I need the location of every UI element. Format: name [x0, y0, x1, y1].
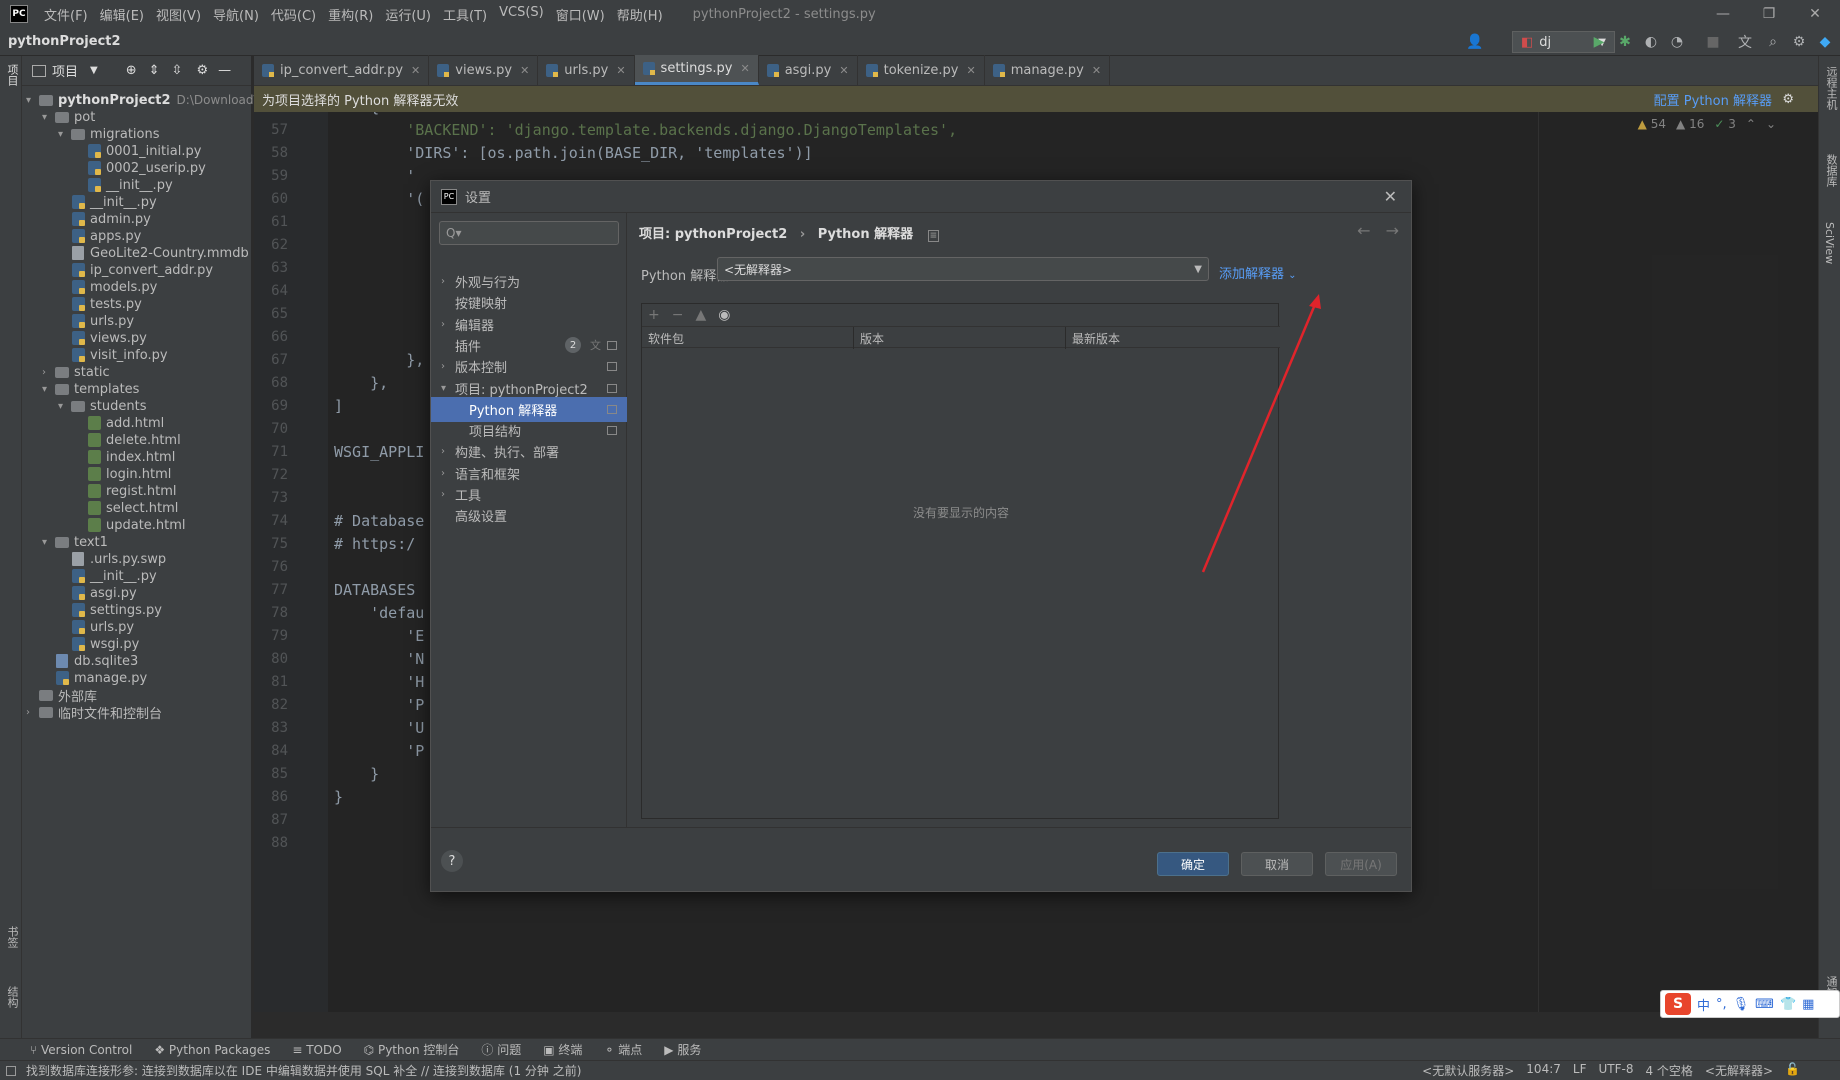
ime-punctuation[interactable]: °, — [1716, 997, 1727, 1012]
bottom-tool-button[interactable]: ⓘ 问题 — [481, 1041, 521, 1058]
status-encoding[interactable]: UTF-8 — [1598, 1062, 1633, 1079]
bottom-tool-button[interactable]: ⌬ Python 控制台 — [364, 1041, 460, 1058]
todo-icon: ≡ — [292, 1042, 307, 1057]
apps-grid-icon[interactable]: ▦ — [1802, 997, 1814, 1012]
bottom-tool-label: 端点 — [618, 1043, 643, 1057]
status-toggle-icon[interactable] — [6, 1065, 16, 1076]
bottom-tool-bar: ⑂ Version Control ❖ Python Packages ≡ TODO… — [0, 1038, 1840, 1060]
ime-toolbar[interactable]: S 中 °, 🎙 ⌨ 👕 ▦ — [1660, 990, 1840, 1018]
terminal-icon: ▣ — [543, 1043, 559, 1057]
bottom-tool-label: Python Packages — [168, 1042, 271, 1057]
sogou-logo: S — [1665, 993, 1691, 1015]
services-icon: ▶ — [664, 1043, 678, 1057]
python-console-icon: ⌬ — [363, 1043, 378, 1057]
status-bar: 找到数据库连接形参: 连接到数据库以在 IDE 中编辑数据并使用 SQL 补全 … — [0, 1060, 1840, 1080]
ime-language[interactable]: 中 — [1697, 995, 1710, 1014]
bottom-tool-button[interactable]: ⚬ 端点 — [604, 1041, 642, 1058]
bottom-tool-label: 服务 — [677, 1043, 702, 1057]
bottom-tool-button[interactable]: ≡ TODO — [292, 1043, 341, 1057]
bottom-tool-label: TODO — [306, 1042, 342, 1057]
lock-icon[interactable]: 🔓 — [1785, 1062, 1800, 1079]
bottom-tool-button[interactable]: ▶ 服务 — [664, 1041, 701, 1058]
branch-icon: ⑂ — [30, 1042, 42, 1057]
bottom-tool-button[interactable]: ❖ Python Packages — [154, 1043, 270, 1057]
status-server[interactable]: <无默认服务器> — [1422, 1062, 1514, 1079]
annotation-arrow-head — [1309, 294, 1321, 309]
status-line-separator[interactable]: LF — [1573, 1062, 1587, 1079]
packages-icon: ❖ — [154, 1042, 169, 1057]
microphone-icon[interactable]: 🎙 — [1733, 997, 1750, 1012]
endpoints-icon: ⚬ — [604, 1043, 619, 1057]
bottom-tool-label: Python 控制台 — [377, 1043, 460, 1057]
status-widgets: <无默认服务器> 104:7 LF UTF-8 4 个空格 <无解释器> 🔓 — [1422, 1062, 1800, 1079]
status-message[interactable]: 找到数据库连接形参: 连接到数据库以在 IDE 中编辑数据并使用 SQL 补全 … — [26, 1062, 581, 1079]
bottom-tool-label: 问题 — [497, 1043, 522, 1057]
annotation-arrow-line — [1201, 301, 1318, 573]
bottom-tool-button[interactable]: ⑂ Version Control — [30, 1043, 132, 1057]
status-indent[interactable]: 4 个空格 — [1645, 1062, 1692, 1079]
status-caret-position[interactable]: 104:7 — [1526, 1062, 1561, 1079]
annotation-arrow — [1201, 294, 1321, 573]
bottom-tool-label: 终端 — [558, 1043, 583, 1057]
bottom-tool-label: Version Control — [41, 1042, 133, 1057]
problems-icon: ⓘ — [481, 1043, 498, 1057]
status-interpreter[interactable]: <无解释器> — [1705, 1062, 1773, 1079]
skin-icon[interactable]: 👕 — [1780, 997, 1796, 1012]
keyboard-icon[interactable]: ⌨ — [1755, 997, 1774, 1012]
bottom-tool-button[interactable]: ▣ 终端 — [543, 1041, 582, 1058]
